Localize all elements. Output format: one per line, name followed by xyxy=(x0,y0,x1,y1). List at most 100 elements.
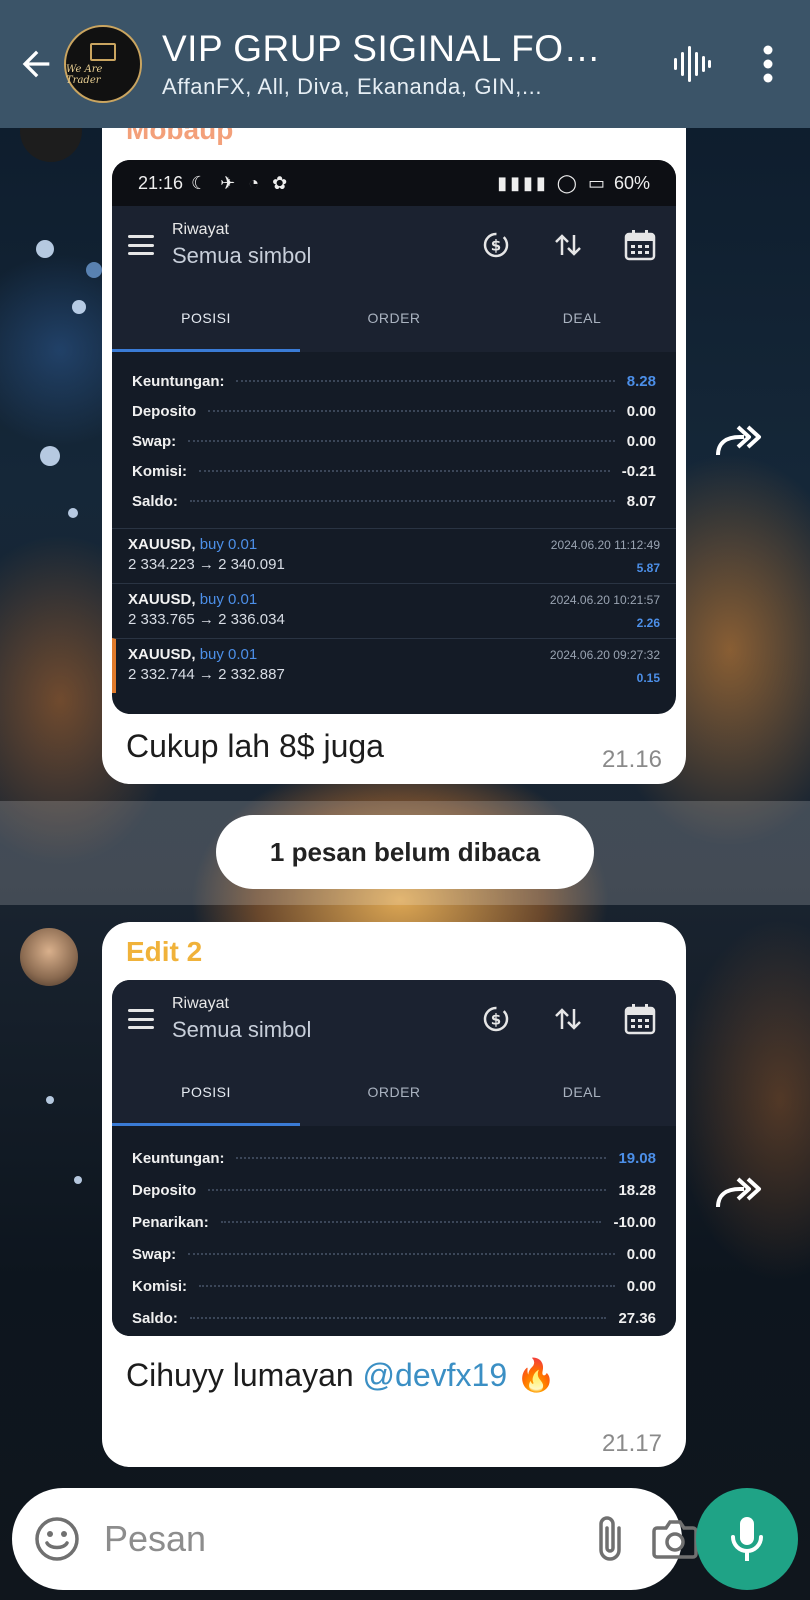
hamburger-menu-icon xyxy=(128,1009,154,1029)
app-title: Riwayat xyxy=(172,995,229,1012)
tab-order: ORDER xyxy=(367,310,421,326)
signal-icon: ▮▮▮▮ ◯ ▭ xyxy=(497,172,608,193)
attach-icon[interactable] xyxy=(593,1512,627,1566)
wallpaper-light xyxy=(72,300,86,314)
back-arrow-icon[interactable] xyxy=(14,42,58,86)
message-body: Cihuyy lumayan xyxy=(126,1357,354,1393)
trade-row: XAUUSD, buy 0.01 2 333.765 → 2 336.034 2… xyxy=(112,583,676,638)
calendar-icon xyxy=(620,999,660,1039)
sender-name[interactable]: Edit 2 xyxy=(126,936,202,968)
summary-row: Saldo: 27.36 xyxy=(132,1302,656,1334)
group-avatar[interactable]: We Are Trader xyxy=(64,25,142,103)
fire-emoji-icon: 🔥 xyxy=(516,1357,556,1393)
trade-datetime: 2024.06.20 09:27:32 xyxy=(549,648,660,662)
attached-screenshot[interactable]: Riwayat Semua simbol $ POSISI ORDER DEAL… xyxy=(112,980,676,1336)
summary-label: Penarikan: xyxy=(132,1213,209,1231)
active-tab-indicator xyxy=(112,349,300,352)
summary-value: 27.36 xyxy=(618,1309,656,1327)
summary-label: Swap: xyxy=(132,1245,177,1263)
trade-profit: 2.26 xyxy=(636,616,660,630)
group-info[interactable]: VIP GRUP SIGINAL FOR... AffanFX, All, Di… xyxy=(162,28,644,100)
trade-prices: 2 334.223 → 2 340.091 xyxy=(128,556,285,573)
summary-value: 8.07 xyxy=(626,492,656,510)
user-mention-link[interactable]: @devfx19 xyxy=(363,1357,508,1393)
emoji-icon[interactable] xyxy=(34,1512,80,1566)
account-summary: Keuntungan: 19.08 Deposito 18.28 Penarikan… xyxy=(112,1126,676,1336)
summary-row: Komisi: -0.21 xyxy=(132,456,656,486)
group-avatar-logo-text: We Are Trader xyxy=(66,63,103,86)
wallpaper-light xyxy=(36,240,54,258)
trade-profit: 0.15 xyxy=(636,671,660,685)
trade-side: buy 0.01 xyxy=(199,646,258,663)
camera-icon[interactable] xyxy=(651,1512,699,1566)
summary-value: 18.28 xyxy=(618,1181,656,1199)
status-icons: ☾ ✈ ◔ ✿ xyxy=(191,172,292,193)
trade-prices: 2 333.765 → 2 336.034 xyxy=(128,611,285,628)
sort-icon xyxy=(548,225,588,265)
status-time: 21:16 xyxy=(138,172,184,193)
message-bubble[interactable]: Mobaup 21:16 ☾ ✈ ◔ ✿ ▮▮▮▮ ◯ ▭ 60% Riwaya… xyxy=(102,100,686,784)
voice-chat-icon[interactable] xyxy=(664,36,720,92)
summary-value: -0.21 xyxy=(621,462,656,480)
sender-avatar[interactable] xyxy=(20,928,78,986)
history-app-bar: Riwayat Semua simbol $ xyxy=(112,980,676,1058)
summary-row: Swap: 0.00 xyxy=(132,1238,656,1270)
history-app-bar: Riwayat Semua simbol $ xyxy=(112,206,676,284)
message-time: 21.17 xyxy=(601,1430,662,1457)
app-subtitle: Semua simbol xyxy=(172,1017,312,1042)
mic-icon[interactable] xyxy=(696,1488,798,1590)
forward-icon[interactable] xyxy=(710,412,768,470)
svg-text:$: $ xyxy=(491,237,501,255)
trade-symbol: XAUUSD, xyxy=(128,646,196,663)
svg-text:$: $ xyxy=(491,1011,501,1029)
currency-refresh-icon: $ xyxy=(476,999,516,1039)
sort-icon xyxy=(548,999,588,1039)
chat-header: We Are Trader VIP GRUP SIGINAL FOR... Af… xyxy=(0,0,810,128)
wallpaper-light xyxy=(86,262,102,278)
currency-refresh-icon: $ xyxy=(476,225,516,265)
forward-icon[interactable] xyxy=(710,1164,768,1222)
wallpaper-light xyxy=(68,508,78,518)
group-members: AffanFX, All, Diva, Ekananda, GIN,... xyxy=(162,74,543,99)
active-tab-indicator xyxy=(112,1123,300,1126)
wallpaper-light xyxy=(74,1176,82,1184)
tab-posisi: POSISI xyxy=(181,310,231,326)
summary-label: Saldo: xyxy=(132,1309,178,1327)
trade-datetime: 2024.06.20 11:12:49 xyxy=(550,538,660,552)
trade-symbol: XAUUSD, xyxy=(128,536,196,553)
summary-value: 8.28 xyxy=(626,372,656,390)
trade-row: XAUUSD, buy 0.01 2 334.223 → 2 340.091 2… xyxy=(112,528,676,583)
summary-row: Swap: 0.00 xyxy=(132,426,656,456)
summary-row: Keuntungan: 8.28 xyxy=(132,366,656,396)
message-text: Cukup lah 8$ juga xyxy=(126,728,384,764)
trade-prices: 2 332.744 → 2 332.887 xyxy=(128,666,285,683)
summary-label: Komisi: xyxy=(132,1277,188,1295)
tab-posisi: POSISI xyxy=(181,1084,231,1100)
attached-screenshot[interactable]: 21:16 ☾ ✈ ◔ ✿ ▮▮▮▮ ◯ ▭ 60% Riwayat Semua… xyxy=(112,160,676,714)
summary-row: Deposito 0.00 xyxy=(132,396,656,426)
wallpaper-light xyxy=(46,1096,54,1104)
history-tabs: POSISI ORDER DEAL xyxy=(112,1058,676,1126)
summary-row: Komisi: 0.00 xyxy=(132,1270,656,1302)
calendar-icon xyxy=(620,225,660,265)
summary-row: Penarikan: -10.00 xyxy=(132,1206,656,1238)
app-title: Riwayat xyxy=(172,221,229,238)
summary-label: Saldo: xyxy=(132,492,178,510)
summary-value: -10.00 xyxy=(613,1213,656,1231)
summary-label: Komisi: xyxy=(132,462,188,480)
account-summary: Keuntungan: 8.28 Deposito 0.00 Swap: 0.00 K… xyxy=(112,352,676,528)
tab-deal: DEAL xyxy=(562,1084,602,1100)
summary-value: 0.00 xyxy=(626,1245,656,1263)
message-text: Cihuyy lumayan @devfx19 🔥 xyxy=(126,1356,556,1394)
message-composer xyxy=(12,1488,698,1590)
summary-label: Keuntungan: xyxy=(132,372,225,390)
app-subtitle: Semua simbol xyxy=(172,243,312,268)
wallpaper-light xyxy=(40,446,60,466)
trade-datetime: 2024.06.20 10:21:57 xyxy=(549,593,660,607)
tab-order: ORDER xyxy=(367,1084,421,1100)
summary-row: Saldo: 8.07 xyxy=(132,486,656,516)
message-input[interactable] xyxy=(104,1518,569,1560)
more-vert-icon[interactable] xyxy=(740,36,796,92)
tab-deal: DEAL xyxy=(562,310,602,326)
message-bubble[interactable]: Edit 2 Riwayat Semua simbol $ POSISI ORD… xyxy=(102,922,686,1467)
